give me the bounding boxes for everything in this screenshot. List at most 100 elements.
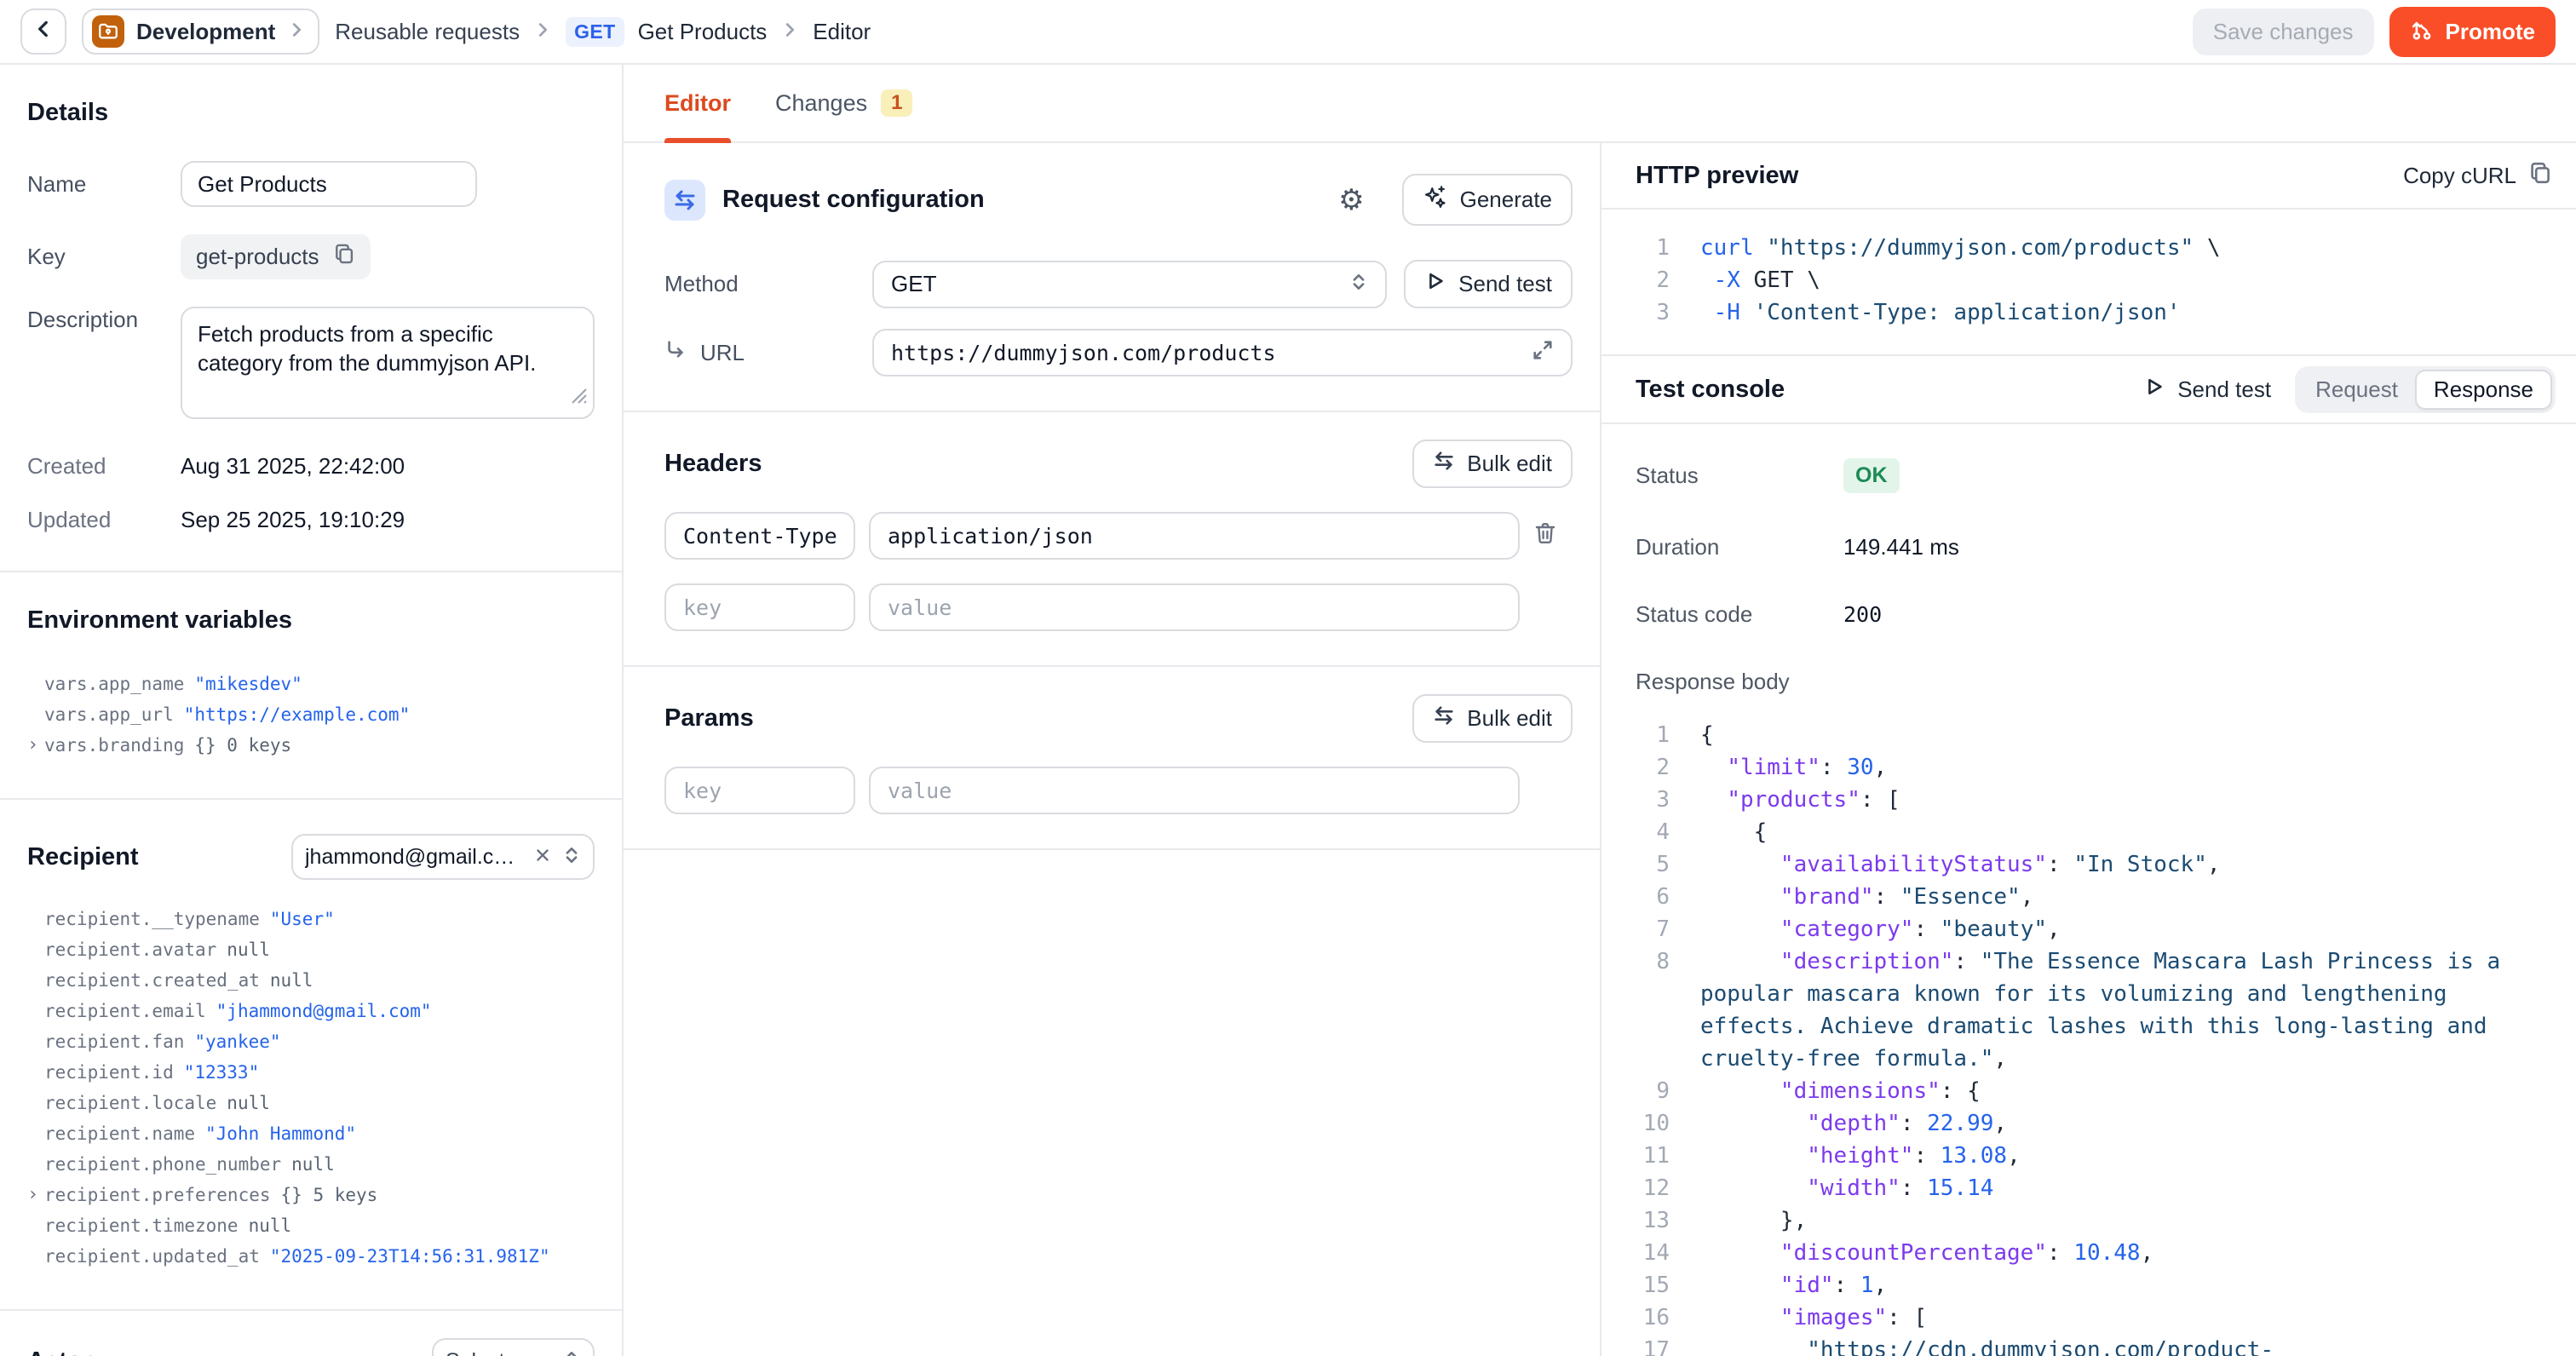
- code-token: "limit": [1727, 755, 1820, 780]
- breadcrumb-item[interactable]: Get Products: [638, 19, 768, 45]
- line-content: {: [1670, 816, 2576, 848]
- name-row: Name: [27, 161, 595, 207]
- duration-label: Duration: [1636, 534, 1843, 560]
- line-number: 8: [1601, 945, 1670, 1075]
- key-chip: get-products: [181, 234, 371, 279]
- field-value: null: [270, 965, 313, 996]
- param-key-field-empty[interactable]: [664, 767, 855, 814]
- key-row: Key get-products: [27, 234, 595, 279]
- updated-label: Updated: [27, 507, 181, 533]
- code-token: ,: [1993, 1046, 2007, 1072]
- project-switcher[interactable]: Development: [82, 9, 319, 55]
- description-label: Description: [27, 307, 181, 333]
- recipient-field-row: recipient.updated_at "2025-09-23T14:56:3…: [44, 1241, 595, 1272]
- recipient-field-row: recipient.fan "yankee": [44, 1026, 595, 1057]
- details-section: Details Name Key get-products Descriptio…: [0, 65, 622, 572]
- bulk-edit-icon: [1433, 704, 1455, 733]
- field-key: recipient.name: [44, 1118, 195, 1149]
- code-token: "availabilityStatus": [1780, 852, 2047, 877]
- code-token: ,: [1874, 755, 1888, 780]
- actor-select[interactable]: Select user: [432, 1338, 595, 1356]
- created-label: Created: [27, 453, 181, 480]
- url-field[interactable]: https://dummyjson.com/products: [872, 329, 1573, 376]
- created-value: Aug 31 2025, 22:42:00: [181, 453, 595, 480]
- recipient-section: Recipient jhammond@gmail.com recipient._…: [0, 800, 622, 1311]
- code-token: ,: [2141, 1240, 2154, 1266]
- description-wrap: Fetch products from a specific category …: [181, 307, 595, 419]
- headers-title: Headers: [664, 450, 762, 478]
- field-value: "2025-09-23T14:56:31.981Z": [270, 1241, 550, 1272]
- tab-changes[interactable]: Changes 1: [775, 65, 912, 141]
- line-number: 13: [1601, 1204, 1670, 1237]
- url-row: URL https://dummyjson.com/products: [664, 329, 1573, 376]
- generate-button[interactable]: Generate: [1402, 174, 1573, 226]
- copy-icon: [333, 243, 355, 271]
- send-test-button[interactable]: Send test: [1404, 260, 1573, 308]
- name-field[interactable]: [181, 161, 477, 207]
- breadcrumb: Reusable requests GET Get Products Edito…: [335, 17, 871, 47]
- variable-value: {} 0 keys: [194, 730, 291, 761]
- tabs-bar: Editor Changes 1: [624, 65, 2576, 143]
- method-select[interactable]: GET: [872, 261, 1387, 308]
- toggle-request[interactable]: Request: [2298, 370, 2415, 410]
- request-configuration-title: Request configuration: [722, 186, 985, 214]
- code-line: 4 {: [1601, 816, 2576, 848]
- clear-recipient-button[interactable]: [533, 844, 552, 870]
- description-field[interactable]: Fetch products from a specific category …: [181, 307, 595, 419]
- recipient-fields-list: recipient.__typename "User" recipient.av…: [27, 904, 595, 1272]
- recipient-select-value: jhammond@gmail.com: [305, 845, 523, 870]
- expand-url-button[interactable]: [1532, 339, 1554, 367]
- line-content: {: [1670, 719, 2576, 751]
- variable-value: "mikesdev": [194, 669, 302, 699]
- settings-button[interactable]: ⚙: [1338, 186, 1364, 215]
- param-value-field-empty[interactable]: [869, 767, 1520, 814]
- curl-code-block: 1 curl "https://dummyjson.com/products" …: [1601, 210, 2576, 356]
- gear-icon: ⚙: [1338, 184, 1364, 216]
- field-key: recipient.fan: [44, 1026, 184, 1057]
- line-number: 10: [1601, 1107, 1670, 1140]
- code-token: [1700, 755, 1727, 780]
- code-token: [1700, 884, 1780, 910]
- delete-header-button[interactable]: [1533, 521, 1557, 551]
- console-send-test-button[interactable]: Send test: [2143, 376, 2271, 404]
- line-number: 7: [1601, 913, 1670, 945]
- back-button[interactable]: [20, 9, 66, 55]
- line-number: 1: [1601, 232, 1670, 264]
- header-value-field-empty[interactable]: [869, 583, 1520, 631]
- project-name: Development: [136, 19, 275, 45]
- recipient-select[interactable]: jhammond@gmail.com: [291, 834, 595, 880]
- line-number: 3: [1601, 784, 1670, 816]
- actor-section: Actor Select user: [0, 1311, 622, 1356]
- save-changes-button[interactable]: Save changes: [2193, 9, 2374, 55]
- expand-chevron-icon[interactable]: ›: [27, 730, 38, 761]
- promote-button[interactable]: Promote: [2389, 7, 2556, 57]
- copy-key-button[interactable]: [333, 243, 355, 271]
- http-preview-title: HTTP preview: [1636, 162, 2403, 190]
- tab-editor[interactable]: Editor: [664, 65, 731, 141]
- breadcrumb-section[interactable]: Reusable requests: [335, 19, 520, 45]
- params-bulk-edit-button[interactable]: Bulk edit: [1412, 694, 1573, 743]
- line-content: "width": 15.14: [1670, 1172, 2576, 1204]
- code-token: {: [1700, 722, 1714, 748]
- line-number: 2: [1601, 751, 1670, 784]
- toggle-response[interactable]: Response: [2415, 370, 2552, 410]
- headers-bulk-edit-button[interactable]: Bulk edit: [1412, 440, 1573, 488]
- url-label: URL: [664, 339, 872, 367]
- http-preview-header: HTTP preview Copy cURL: [1601, 143, 2576, 210]
- header-value-field[interactable]: [869, 512, 1520, 560]
- field-value: null: [291, 1149, 335, 1180]
- copy-curl-button[interactable]: Copy cURL: [2403, 161, 2552, 191]
- details-title: Details: [27, 99, 595, 127]
- expand-chevron-icon[interactable]: ›: [27, 1180, 38, 1210]
- main-area: Editor Changes 1 Request configuration: [624, 65, 2576, 1356]
- line-number: 4: [1601, 816, 1670, 848]
- code-token: : [: [1860, 787, 1900, 813]
- header-key-field-empty[interactable]: [664, 583, 855, 631]
- chevron-updown-icon: [1349, 271, 1368, 297]
- code-line: 6 "brand": "Essence",: [1601, 881, 2576, 913]
- method-row: Method GET Send test: [664, 260, 1573, 308]
- code-token: :: [1874, 884, 1900, 910]
- header-key-field[interactable]: [664, 512, 855, 560]
- recipient-field-row: recipient.created_at null: [44, 965, 595, 996]
- recipient-header: Recipient jhammond@gmail.com: [27, 834, 595, 880]
